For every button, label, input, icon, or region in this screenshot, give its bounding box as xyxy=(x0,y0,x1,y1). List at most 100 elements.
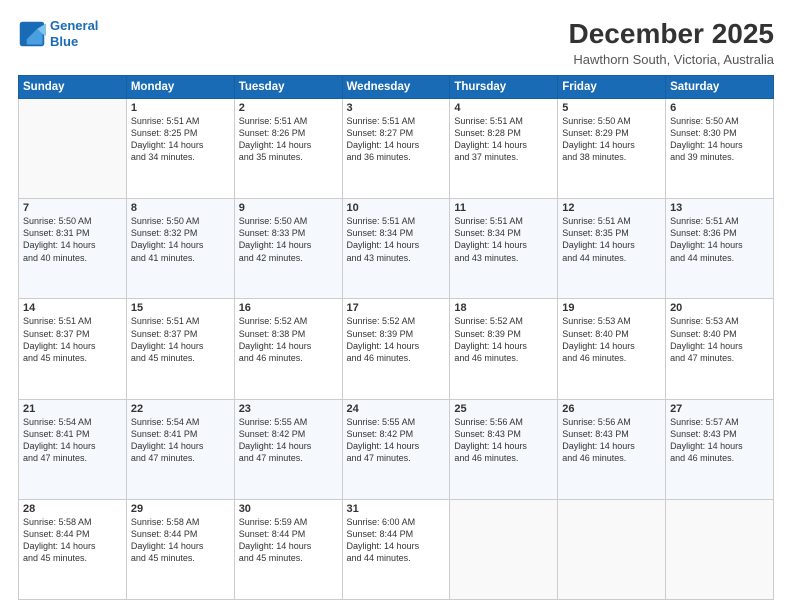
day-number: 24 xyxy=(347,403,446,415)
calendar-cell: 4Sunrise: 5:51 AM Sunset: 8:28 PM Daylig… xyxy=(450,99,558,199)
cell-content: Sunrise: 5:54 AM Sunset: 8:41 PM Dayligh… xyxy=(131,416,230,465)
header: General Blue December 2025 Hawthorn Sout… xyxy=(18,18,774,67)
day-number: 7 xyxy=(23,202,122,214)
calendar-cell xyxy=(19,99,127,199)
calendar-cell: 7Sunrise: 5:50 AM Sunset: 8:31 PM Daylig… xyxy=(19,199,127,299)
cell-content: Sunrise: 5:51 AM Sunset: 8:34 PM Dayligh… xyxy=(347,215,446,264)
calendar-cell xyxy=(666,499,774,599)
day-number: 23 xyxy=(239,403,338,415)
day-number: 15 xyxy=(131,302,230,314)
cell-content: Sunrise: 5:51 AM Sunset: 8:37 PM Dayligh… xyxy=(23,315,122,364)
cell-content: Sunrise: 5:56 AM Sunset: 8:43 PM Dayligh… xyxy=(454,416,553,465)
calendar-cell: 20Sunrise: 5:53 AM Sunset: 8:40 PM Dayli… xyxy=(666,299,774,399)
day-number: 14 xyxy=(23,302,122,314)
page: General Blue December 2025 Hawthorn Sout… xyxy=(0,0,792,612)
cell-content: Sunrise: 5:51 AM Sunset: 8:28 PM Dayligh… xyxy=(454,115,553,164)
day-number: 9 xyxy=(239,202,338,214)
day-number: 4 xyxy=(454,102,553,114)
calendar-cell: 2Sunrise: 5:51 AM Sunset: 8:26 PM Daylig… xyxy=(234,99,342,199)
calendar-cell: 19Sunrise: 5:53 AM Sunset: 8:40 PM Dayli… xyxy=(558,299,666,399)
cell-content: Sunrise: 5:57 AM Sunset: 8:43 PM Dayligh… xyxy=(670,416,769,465)
day-number: 12 xyxy=(562,202,661,214)
cell-content: Sunrise: 5:51 AM Sunset: 8:27 PM Dayligh… xyxy=(347,115,446,164)
cell-content: Sunrise: 5:51 AM Sunset: 8:36 PM Dayligh… xyxy=(670,215,769,264)
calendar-cell: 24Sunrise: 5:55 AM Sunset: 8:42 PM Dayli… xyxy=(342,399,450,499)
col-header-tuesday: Tuesday xyxy=(234,76,342,99)
cell-content: Sunrise: 5:55 AM Sunset: 8:42 PM Dayligh… xyxy=(347,416,446,465)
day-number: 17 xyxy=(347,302,446,314)
calendar-cell: 3Sunrise: 5:51 AM Sunset: 8:27 PM Daylig… xyxy=(342,99,450,199)
day-number: 28 xyxy=(23,503,122,515)
calendar-cell: 29Sunrise: 5:58 AM Sunset: 8:44 PM Dayli… xyxy=(126,499,234,599)
day-number: 26 xyxy=(562,403,661,415)
day-number: 22 xyxy=(131,403,230,415)
day-number: 8 xyxy=(131,202,230,214)
calendar-cell: 31Sunrise: 6:00 AM Sunset: 8:44 PM Dayli… xyxy=(342,499,450,599)
calendar-cell: 11Sunrise: 5:51 AM Sunset: 8:34 PM Dayli… xyxy=(450,199,558,299)
day-number: 25 xyxy=(454,403,553,415)
calendar-cell: 28Sunrise: 5:58 AM Sunset: 8:44 PM Dayli… xyxy=(19,499,127,599)
day-number: 19 xyxy=(562,302,661,314)
logo-icon xyxy=(18,20,46,48)
calendar-cell: 1Sunrise: 5:51 AM Sunset: 8:25 PM Daylig… xyxy=(126,99,234,199)
cell-content: Sunrise: 5:51 AM Sunset: 8:35 PM Dayligh… xyxy=(562,215,661,264)
calendar-cell: 26Sunrise: 5:56 AM Sunset: 8:43 PM Dayli… xyxy=(558,399,666,499)
day-number: 16 xyxy=(239,302,338,314)
day-number: 11 xyxy=(454,202,553,214)
day-number: 21 xyxy=(23,403,122,415)
cell-content: Sunrise: 5:50 AM Sunset: 8:29 PM Dayligh… xyxy=(562,115,661,164)
calendar-table: SundayMondayTuesdayWednesdayThursdayFrid… xyxy=(18,75,774,600)
cell-content: Sunrise: 5:55 AM Sunset: 8:42 PM Dayligh… xyxy=(239,416,338,465)
calendar-cell: 18Sunrise: 5:52 AM Sunset: 8:39 PM Dayli… xyxy=(450,299,558,399)
calendar-cell xyxy=(558,499,666,599)
day-number: 27 xyxy=(670,403,769,415)
day-number: 5 xyxy=(562,102,661,114)
cell-content: Sunrise: 5:50 AM Sunset: 8:33 PM Dayligh… xyxy=(239,215,338,264)
main-title: December 2025 xyxy=(569,18,774,50)
cell-content: Sunrise: 5:50 AM Sunset: 8:30 PM Dayligh… xyxy=(670,115,769,164)
week-row-2: 7Sunrise: 5:50 AM Sunset: 8:31 PM Daylig… xyxy=(19,199,774,299)
calendar-cell: 21Sunrise: 5:54 AM Sunset: 8:41 PM Dayli… xyxy=(19,399,127,499)
cell-content: Sunrise: 5:51 AM Sunset: 8:37 PM Dayligh… xyxy=(131,315,230,364)
calendar-cell: 22Sunrise: 5:54 AM Sunset: 8:41 PM Dayli… xyxy=(126,399,234,499)
logo: General Blue xyxy=(18,18,98,49)
day-number: 18 xyxy=(454,302,553,314)
week-row-3: 14Sunrise: 5:51 AM Sunset: 8:37 PM Dayli… xyxy=(19,299,774,399)
cell-content: Sunrise: 5:59 AM Sunset: 8:44 PM Dayligh… xyxy=(239,516,338,565)
calendar-cell: 23Sunrise: 5:55 AM Sunset: 8:42 PM Dayli… xyxy=(234,399,342,499)
header-row: SundayMondayTuesdayWednesdayThursdayFrid… xyxy=(19,76,774,99)
calendar-cell: 25Sunrise: 5:56 AM Sunset: 8:43 PM Dayli… xyxy=(450,399,558,499)
calendar-cell: 12Sunrise: 5:51 AM Sunset: 8:35 PM Dayli… xyxy=(558,199,666,299)
cell-content: Sunrise: 5:51 AM Sunset: 8:26 PM Dayligh… xyxy=(239,115,338,164)
calendar-cell: 27Sunrise: 5:57 AM Sunset: 8:43 PM Dayli… xyxy=(666,399,774,499)
calendar-cell: 14Sunrise: 5:51 AM Sunset: 8:37 PM Dayli… xyxy=(19,299,127,399)
calendar-cell: 10Sunrise: 5:51 AM Sunset: 8:34 PM Dayli… xyxy=(342,199,450,299)
calendar-cell: 5Sunrise: 5:50 AM Sunset: 8:29 PM Daylig… xyxy=(558,99,666,199)
cell-content: Sunrise: 5:50 AM Sunset: 8:31 PM Dayligh… xyxy=(23,215,122,264)
calendar-cell: 16Sunrise: 5:52 AM Sunset: 8:38 PM Dayli… xyxy=(234,299,342,399)
week-row-1: 1Sunrise: 5:51 AM Sunset: 8:25 PM Daylig… xyxy=(19,99,774,199)
col-header-saturday: Saturday xyxy=(666,76,774,99)
cell-content: Sunrise: 5:53 AM Sunset: 8:40 PM Dayligh… xyxy=(670,315,769,364)
day-number: 13 xyxy=(670,202,769,214)
cell-content: Sunrise: 5:52 AM Sunset: 8:39 PM Dayligh… xyxy=(347,315,446,364)
day-number: 20 xyxy=(670,302,769,314)
day-number: 1 xyxy=(131,102,230,114)
col-header-wednesday: Wednesday xyxy=(342,76,450,99)
calendar-cell: 6Sunrise: 5:50 AM Sunset: 8:30 PM Daylig… xyxy=(666,99,774,199)
cell-content: Sunrise: 5:52 AM Sunset: 8:38 PM Dayligh… xyxy=(239,315,338,364)
day-number: 2 xyxy=(239,102,338,114)
cell-content: Sunrise: 5:58 AM Sunset: 8:44 PM Dayligh… xyxy=(23,516,122,565)
day-number: 29 xyxy=(131,503,230,515)
cell-content: Sunrise: 5:56 AM Sunset: 8:43 PM Dayligh… xyxy=(562,416,661,465)
day-number: 31 xyxy=(347,503,446,515)
col-header-sunday: Sunday xyxy=(19,76,127,99)
day-number: 3 xyxy=(347,102,446,114)
calendar-cell: 30Sunrise: 5:59 AM Sunset: 8:44 PM Dayli… xyxy=(234,499,342,599)
cell-content: Sunrise: 5:58 AM Sunset: 8:44 PM Dayligh… xyxy=(131,516,230,565)
calendar-cell: 9Sunrise: 5:50 AM Sunset: 8:33 PM Daylig… xyxy=(234,199,342,299)
cell-content: Sunrise: 6:00 AM Sunset: 8:44 PM Dayligh… xyxy=(347,516,446,565)
cell-content: Sunrise: 5:51 AM Sunset: 8:34 PM Dayligh… xyxy=(454,215,553,264)
day-number: 30 xyxy=(239,503,338,515)
day-number: 10 xyxy=(347,202,446,214)
